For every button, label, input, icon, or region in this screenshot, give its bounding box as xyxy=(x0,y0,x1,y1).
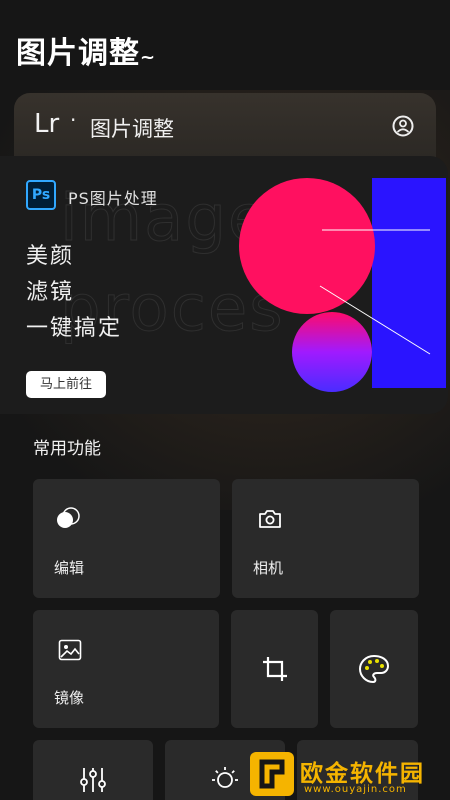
edit-label: 编辑 xyxy=(54,559,85,577)
palette-tile[interactable] xyxy=(330,610,418,728)
site-logo-icon xyxy=(250,752,294,796)
brightness-icon xyxy=(212,767,238,788)
adjust-tile[interactable] xyxy=(33,740,153,800)
camera-icon xyxy=(259,510,281,528)
site-watermark: 欧金软件园 www.ouyajin.com xyxy=(250,748,450,800)
site-url: www.ouyajin.com xyxy=(304,784,407,795)
edit-tile[interactable]: 编辑 xyxy=(33,479,220,598)
mirror-tile[interactable]: 镜像 xyxy=(33,610,219,728)
page-title: 图片调整~ xyxy=(16,36,157,71)
ps-promo-card[interactable]: image proces Ps PS图片处理 美颜 滤镜 一键搞定 马上前往 xyxy=(0,156,448,414)
separator-dot: · xyxy=(70,108,77,132)
image-icon xyxy=(58,639,82,661)
crop-tile[interactable] xyxy=(231,610,318,728)
go-now-button[interactable]: 马上前往 xyxy=(26,371,106,398)
decorative-shapes xyxy=(239,178,446,392)
lr-bar-title: 图片调整 xyxy=(90,117,174,141)
camera-label: 相机 xyxy=(253,559,284,577)
section-title-common: 常用功能 xyxy=(33,439,101,459)
ps-app-label: PS图片处理 xyxy=(68,189,158,208)
ps-line-oneclick: 一键搞定 xyxy=(26,316,123,341)
lightroom-bar[interactable]: Lr · 图片调整 xyxy=(14,93,436,163)
palette-icon xyxy=(358,654,390,684)
camera-tile[interactable]: 相机 xyxy=(232,479,419,598)
mirror-label: 镜像 xyxy=(54,689,85,707)
ps-line-beauty: 美颜 xyxy=(26,244,75,269)
ps-logo-icon: Ps xyxy=(26,180,56,210)
ps-line-filter: 滤镜 xyxy=(26,280,75,305)
lr-logo: Lr xyxy=(34,109,60,139)
sliders-icon xyxy=(80,768,106,792)
edit-icon xyxy=(57,507,80,528)
user-icon[interactable] xyxy=(392,115,414,137)
site-name: 欧金软件园 xyxy=(300,761,425,787)
crop-icon xyxy=(263,657,287,681)
